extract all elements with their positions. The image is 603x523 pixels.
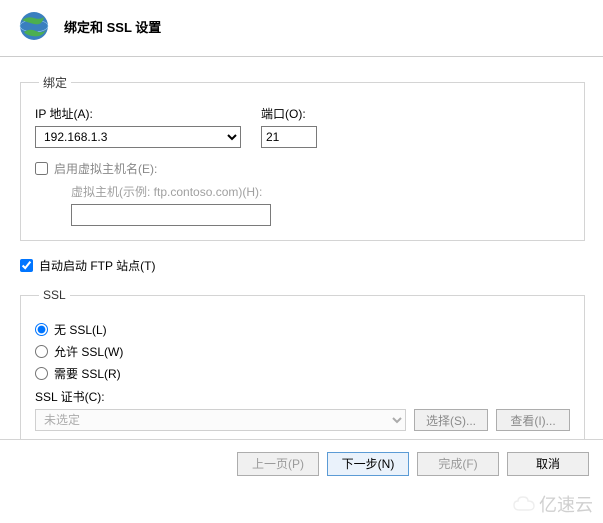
ip-label: IP 地址(A): xyxy=(35,105,241,122)
vhost-hint: 虚拟主机(示例: ftp.contoso.com)(H): xyxy=(71,185,262,199)
cert-select-button: 选择(S)... xyxy=(414,409,488,431)
ssl-radio-allow: 允许 SSL(W) xyxy=(35,343,570,360)
dialog-title: 绑定和 SSL 设置 xyxy=(64,17,161,36)
cloud-icon xyxy=(513,496,535,512)
settings-dialog: 绑定和 SSL 设置 绑定 IP 地址(A): 192.168.1.3 端口(O… xyxy=(0,0,603,523)
watermark: 亿速云 xyxy=(513,491,593,517)
ssl-allow-radio[interactable] xyxy=(35,345,48,358)
ssl-fieldset: SSL 无 SSL(L) 允许 SSL(W) 需要 SSL(R) SSL 证书(… xyxy=(20,288,585,446)
cert-label: SSL 证书(C): xyxy=(35,388,570,405)
vhost-sub: 虚拟主机(示例: ftp.contoso.com)(H): xyxy=(71,183,570,226)
ssl-require-label: 需要 SSL(R) xyxy=(54,365,121,382)
binding-fieldset: 绑定 IP 地址(A): 192.168.1.3 端口(O): 启用虚拟主机名(… xyxy=(20,74,585,241)
enable-vhost-checkbox[interactable] xyxy=(35,162,48,175)
ssl-cert-select: 未选定 xyxy=(35,409,406,431)
autostart-checkbox[interactable] xyxy=(20,259,33,272)
ssl-require-radio[interactable] xyxy=(35,367,48,380)
next-button[interactable]: 下一步(N) xyxy=(327,452,409,476)
binding-legend: 绑定 xyxy=(39,74,71,91)
enable-vhost-row: 启用虚拟主机名(E): xyxy=(35,160,570,177)
port-field-block: 端口(O): xyxy=(261,105,317,148)
ssl-none-radio[interactable] xyxy=(35,323,48,336)
dialog-content: 绑定 IP 地址(A): 192.168.1.3 端口(O): 启用虚拟主机名(… xyxy=(0,60,603,433)
dialog-header: 绑定和 SSL 设置 xyxy=(0,0,603,57)
autostart-row: 自动启动 FTP 站点(T) xyxy=(20,257,585,274)
ssl-legend: SSL xyxy=(39,288,70,302)
finish-button: 完成(F) xyxy=(417,452,499,476)
vhost-input xyxy=(71,204,271,226)
enable-vhost-label: 启用虚拟主机名(E): xyxy=(54,160,157,177)
cancel-button[interactable]: 取消 xyxy=(507,452,589,476)
ip-address-select[interactable]: 192.168.1.3 xyxy=(35,126,241,148)
watermark-text: 亿速云 xyxy=(539,491,593,517)
cert-view-button: 查看(I)... xyxy=(496,409,570,431)
prev-button: 上一页(P) xyxy=(237,452,319,476)
ssl-radio-require: 需要 SSL(R) xyxy=(35,365,570,382)
port-input[interactable] xyxy=(261,126,317,148)
ssl-radio-none: 无 SSL(L) xyxy=(35,321,570,338)
globe-icon xyxy=(18,10,50,42)
ssl-none-label: 无 SSL(L) xyxy=(54,321,107,338)
dialog-footer: 上一页(P) 下一步(N) 完成(F) 取消 xyxy=(0,439,603,487)
ip-field-block: IP 地址(A): 192.168.1.3 xyxy=(35,105,241,148)
port-label: 端口(O): xyxy=(261,105,317,122)
autostart-label: 自动启动 FTP 站点(T) xyxy=(39,257,155,274)
ssl-allow-label: 允许 SSL(W) xyxy=(54,343,123,360)
